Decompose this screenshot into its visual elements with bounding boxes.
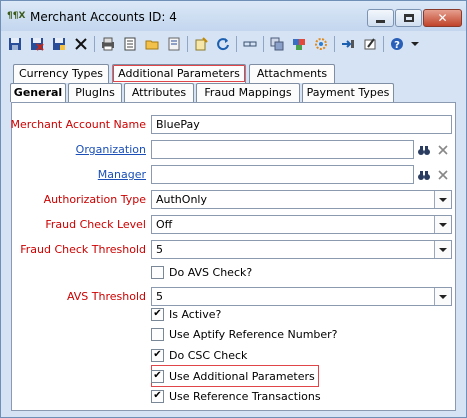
merchant-account-name-label: Merchant Account Name <box>10 118 146 131</box>
manager-field[interactable] <box>151 165 414 184</box>
avs-threshold-label: AVS Threshold <box>66 290 146 303</box>
settings-icon[interactable] <box>312 35 330 53</box>
tab-general[interactable]: General <box>10 83 66 102</box>
is-active-checkbox[interactable]: ✔ <box>151 307 164 321</box>
tab-strip-bottom: General PlugIns Attributes Fraud Mapping… <box>10 83 400 102</box>
authorization-type-label: Authorization Type <box>43 193 146 206</box>
minimize-icon <box>376 19 385 23</box>
attach-icon[interactable] <box>339 35 357 53</box>
do-csc-check-row[interactable]: ✔ Do CSC Check <box>151 347 247 363</box>
manager-link[interactable]: Manager <box>98 168 146 181</box>
use-aptify-reference-number-row[interactable]: Use Aptify Reference Number? <box>151 326 338 342</box>
tab-attachments[interactable]: Attachments <box>249 64 335 83</box>
save-close-icon[interactable] <box>28 35 46 53</box>
refresh-icon[interactable] <box>214 35 232 53</box>
use-additional-parameters-label: Use Additional Parameters <box>169 369 315 383</box>
tab-strip-top: Currency Types Additional Parameters Att… <box>13 64 343 83</box>
chevron-down-icon[interactable] <box>434 216 451 233</box>
do-csc-check-label: Do CSC Check <box>169 348 248 362</box>
fraud-check-threshold-select[interactable]: 5 <box>151 240 452 259</box>
folder-open-icon[interactable] <box>143 35 161 53</box>
notes-icon[interactable] <box>165 35 183 53</box>
chevron-down-icon[interactable] <box>434 191 451 208</box>
link-icon[interactable] <box>241 35 259 53</box>
avs-threshold-value: 5 <box>156 290 163 303</box>
tab-currency-types[interactable]: Currency Types <box>13 64 109 83</box>
tab-additional-parameters[interactable]: Additional Parameters <box>112 64 246 83</box>
save-new-icon[interactable] <box>50 35 68 53</box>
maximize-icon <box>403 14 414 22</box>
do-avs-check-row[interactable]: Do AVS Check? <box>151 264 252 280</box>
chevron-down-icon[interactable] <box>434 288 451 305</box>
manager-clear-icon[interactable] <box>434 166 451 183</box>
fraud-check-level-label: Fraud Check Level <box>45 218 146 231</box>
save-icon[interactable] <box>6 35 24 53</box>
tab-plugins[interactable]: PlugIns <box>68 83 122 102</box>
general-panel: Merchant Account Name BluePay Organizati… <box>11 102 456 411</box>
use-reference-transactions-row[interactable]: ✔ Use Reference Transactions <box>151 388 321 404</box>
merchant-account-name-field[interactable]: BluePay <box>151 115 452 134</box>
use-additional-parameters-row[interactable]: ✔ Use Additional Parameters <box>151 368 315 384</box>
use-additional-parameters-checkbox[interactable]: ✔ <box>151 369 164 383</box>
palette-icon[interactable] <box>290 35 308 53</box>
help-icon[interactable]: ? <box>388 35 406 53</box>
do-avs-check-label: Do AVS Check? <box>169 265 253 279</box>
dropdown-icon[interactable] <box>410 35 420 53</box>
toolbar-separator <box>334 36 335 52</box>
chevron-down-icon[interactable] <box>434 241 451 258</box>
organization-clear-icon[interactable] <box>434 141 451 158</box>
merchant-accounts-window: ¶¶X Merchant Accounts ID: 4 ✕ ? Currency… <box>0 0 467 418</box>
toolbar-separator <box>94 36 95 52</box>
svg-text:?: ? <box>394 40 400 51</box>
manager-binoculars-icon[interactable] <box>415 166 432 183</box>
is-active-row[interactable]: ✔ Is Active? <box>151 306 221 322</box>
use-aptify-reference-number-checkbox[interactable] <box>151 327 164 341</box>
close-icon: ✕ <box>437 11 448 25</box>
avs-threshold-select[interactable]: 5 <box>151 287 452 306</box>
toolbar-separator <box>236 36 237 52</box>
authorization-type-value: AuthOnly <box>156 193 207 206</box>
print-icon[interactable] <box>99 35 117 53</box>
copy-icon[interactable] <box>268 35 286 53</box>
title-bar[interactable]: ¶¶X Merchant Accounts ID: 4 ✕ <box>1 1 466 31</box>
do-avs-check-checkbox[interactable] <box>151 265 164 279</box>
wizard-icon[interactable] <box>192 35 210 53</box>
window-title: Merchant Accounts ID: 4 <box>30 10 177 24</box>
authorization-type-select[interactable]: AuthOnly <box>151 190 452 209</box>
tab-payment-types[interactable]: Payment Types <box>302 83 394 102</box>
toolbar-separator <box>187 36 188 52</box>
toolbar-separator <box>263 36 264 52</box>
toolbar-separator <box>383 36 384 52</box>
tab-attributes[interactable]: Attributes <box>124 83 194 102</box>
use-aptify-reference-number-label: Use Aptify Reference Number? <box>169 327 338 341</box>
do-csc-check-checkbox[interactable]: ✔ <box>151 348 164 362</box>
maximize-button[interactable] <box>395 9 422 27</box>
fraud-check-threshold-label: Fraud Check Threshold <box>20 243 146 256</box>
tab-fraud-mappings[interactable]: Fraud Mappings <box>196 83 300 102</box>
app-icon: ¶¶X <box>7 11 26 21</box>
toolbar: ? <box>6 33 440 55</box>
edit-icon[interactable] <box>361 35 379 53</box>
close-button[interactable]: ✕ <box>423 9 462 27</box>
is-active-label: Is Active? <box>169 307 222 321</box>
print-preview-icon[interactable] <box>121 35 139 53</box>
organization-field[interactable] <box>151 140 414 159</box>
fraud-check-level-value: Off <box>156 218 173 231</box>
use-reference-transactions-checkbox[interactable]: ✔ <box>151 389 164 403</box>
fraud-check-threshold-value: 5 <box>156 243 163 256</box>
fraud-check-level-select[interactable]: Off <box>151 215 452 234</box>
organization-link[interactable]: Organization <box>76 143 146 156</box>
organization-binoculars-icon[interactable] <box>415 141 432 158</box>
delete-icon[interactable] <box>72 35 90 53</box>
minimize-button[interactable] <box>367 9 394 27</box>
use-reference-transactions-label: Use Reference Transactions <box>169 389 321 403</box>
